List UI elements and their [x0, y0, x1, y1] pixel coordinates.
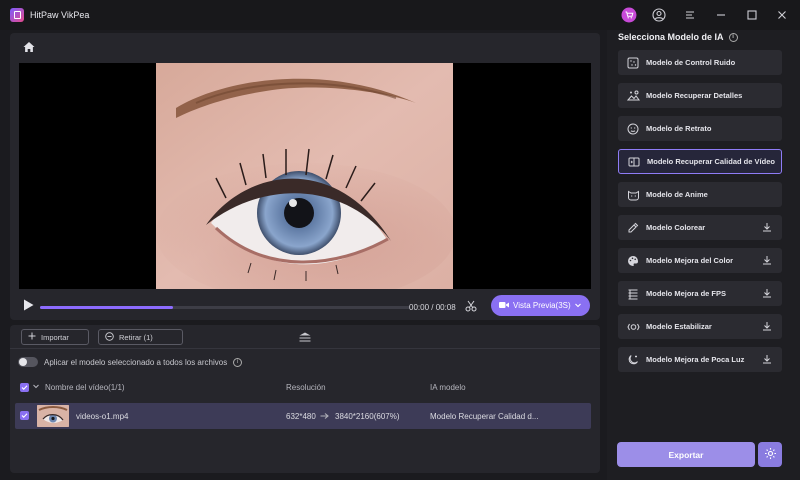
model-panel: Selecciona Modelo de IA i Modelo de Cont…: [607, 30, 800, 480]
import-button-label: Importar: [41, 332, 69, 342]
video-quality-icon: [627, 156, 641, 168]
model-item-details[interactable]: Modelo Recuperar Detalles: [618, 83, 782, 108]
download-icon[interactable]: [762, 321, 772, 333]
column-model-header: IA modelo: [430, 383, 466, 392]
video-preview[interactable]: [19, 63, 591, 289]
preview-button[interactable]: Vista Previa(3S): [491, 295, 590, 316]
apply-all-label: Aplicar el modelo seleccionado a todos l…: [44, 357, 228, 367]
chevron-down-icon[interactable]: [32, 382, 40, 392]
model-item-lowlight[interactable]: Modelo Mejora de Poca Luz: [618, 347, 782, 372]
model-item-colorize[interactable]: Modelo Colorear: [618, 215, 782, 240]
download-icon[interactable]: [762, 255, 772, 267]
model-item-fps[interactable]: Modelo Mejora de FPS: [618, 281, 782, 306]
download-icon[interactable]: [762, 222, 772, 234]
download-icon[interactable]: [762, 288, 772, 300]
info-icon[interactable]: i: [233, 357, 243, 367]
gear-icon: [764, 447, 777, 462]
palette-icon: [626, 255, 640, 267]
export-settings-button[interactable]: [758, 442, 782, 467]
import-button[interactable]: Importar: [21, 329, 89, 345]
close-icon[interactable]: [774, 7, 790, 23]
model-panel-title: Selecciona Modelo de IA i: [618, 32, 738, 42]
progress-fill: [40, 306, 174, 309]
model-item-label: Modelo Mejora de Poca Luz: [646, 355, 745, 364]
video-frame: [156, 63, 453, 289]
model-item-label: Modelo de Retrato: [646, 124, 712, 133]
model-item-label: Modelo de Control Ruido: [646, 58, 736, 67]
home-icon[interactable]: [22, 40, 36, 54]
model-item-portrait[interactable]: Modelo de Retrato: [618, 116, 782, 141]
menu-icon[interactable]: [682, 7, 698, 23]
anime-icon: [626, 189, 640, 201]
chevron-down-icon[interactable]: [574, 301, 582, 311]
model-item-anime[interactable]: Modelo de Anime: [618, 182, 782, 207]
scissors-icon[interactable]: [465, 300, 477, 314]
file-list-panel: Importar Retirar (1) Aplicar el modelo s…: [10, 325, 600, 473]
collapse-panel-icon[interactable]: [298, 332, 312, 344]
player-controls: 00:00 / 00:08 Vista Previa(3S): [10, 295, 600, 317]
resolution-target: 3840*2160(607%): [335, 412, 400, 421]
model-item-color-enhance[interactable]: Modelo Mejora del Color: [618, 248, 782, 273]
preview-button-label: Vista Previa(3S): [513, 301, 571, 310]
model-item-video-quality[interactable]: Modelo Recuperar Calidad de Vídeo: [618, 149, 782, 174]
time-display: 00:00 / 00:08: [409, 303, 456, 312]
export-button[interactable]: Exportar: [617, 442, 755, 467]
resolution-original: 632*480: [286, 412, 316, 421]
model-item-label: Modelo Recuperar Calidad de Vídeo: [647, 157, 775, 166]
play-icon[interactable]: [23, 299, 34, 313]
model-panel-title-text: Selecciona Modelo de IA: [618, 32, 724, 42]
account-icon[interactable]: [651, 7, 667, 23]
minus-circle-icon: [105, 331, 114, 343]
details-icon: [626, 90, 640, 102]
model-item-label: Modelo Estabilizar: [646, 322, 712, 331]
model-item-noise[interactable]: Modelo de Control Ruido: [618, 50, 782, 75]
file-name: videos-o1.mp4: [76, 412, 129, 421]
model-item-label: Modelo Mejora del Color: [646, 256, 734, 265]
arrow-right-icon: [320, 412, 330, 422]
apply-all-toggle[interactable]: [18, 357, 38, 367]
download-icon[interactable]: [762, 354, 772, 366]
title-bar: HitPaw VikPea: [0, 0, 800, 30]
video-camera-icon: [499, 301, 509, 311]
column-name-header: Nombre del vídeo(1/1): [45, 383, 125, 392]
apply-all-row: Aplicar el modelo seleccionado a todos l…: [18, 357, 243, 367]
cart-icon[interactable]: [621, 7, 637, 23]
info-icon[interactable]: i: [728, 32, 738, 42]
stabilize-icon: [626, 321, 640, 333]
select-all-checkbox[interactable]: [20, 383, 29, 392]
model-item-label: Modelo Recuperar Detalles: [646, 91, 743, 100]
lowlight-icon: [626, 354, 640, 366]
fps-icon: [626, 288, 640, 300]
remove-button-label: Retirar (1): [119, 332, 153, 342]
portrait-icon: [626, 123, 640, 135]
app-logo-icon: [10, 8, 24, 22]
video-thumbnail: [37, 405, 69, 427]
model-item-label: Modelo Mejora de FPS: [646, 289, 727, 298]
model-item-label: Modelo Colorear: [646, 223, 706, 232]
colorize-icon: [626, 222, 640, 234]
row-model: Modelo Recuperar Calidad d...: [430, 412, 539, 421]
app-window: HitPaw VikPea 00:00 / 00:08 Vista Previa…: [0, 0, 800, 480]
noise-icon: [626, 57, 640, 69]
app-title: HitPaw VikPea: [30, 10, 90, 20]
list-toolbar: Importar Retirar (1): [10, 325, 600, 349]
maximize-icon[interactable]: [744, 7, 760, 23]
minimize-icon[interactable]: [713, 7, 729, 23]
model-item-label: Modelo de Anime: [646, 190, 708, 199]
preview-panel: 00:00 / 00:08 Vista Previa(3S): [10, 33, 600, 320]
model-item-stabilize[interactable]: Modelo Estabilizar: [618, 314, 782, 339]
progress-bar[interactable]: [40, 306, 410, 309]
table-header: Nombre del vídeo(1/1) Resolución IA mode…: [10, 377, 600, 397]
plus-icon: [28, 332, 36, 342]
remove-button[interactable]: Retirar (1): [98, 329, 183, 345]
column-resolution-header: Resolución: [286, 383, 326, 392]
table-row[interactable]: videos-o1.mp4 632*480 3840*2160(607%) Mo…: [15, 403, 591, 429]
row-checkbox[interactable]: [20, 411, 29, 420]
